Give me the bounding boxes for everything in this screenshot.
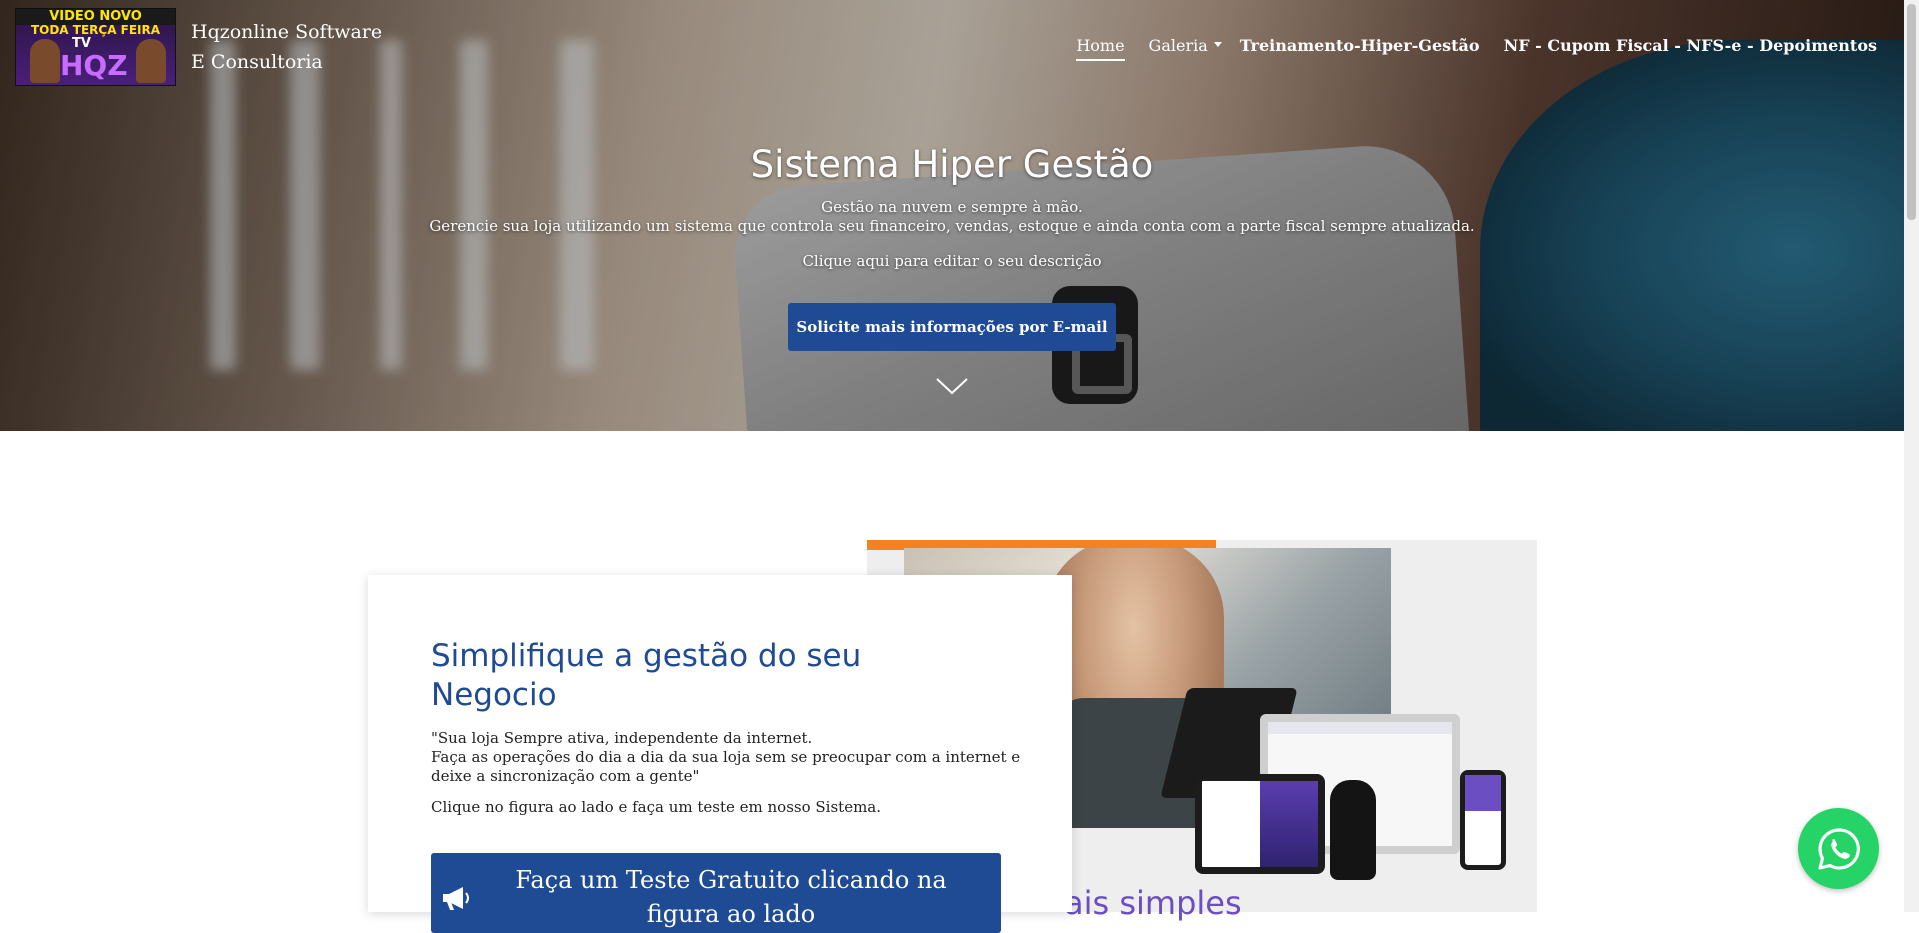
brand-name-line1: Hqzonline Software — [191, 21, 383, 43]
image-caption-partial: ais simples — [1064, 884, 1242, 922]
hero-subtitle: Gestão na nuvem e sempre à mão. — [821, 198, 1083, 216]
mockup-barcode-scanner — [1330, 780, 1376, 880]
free-trial-button[interactable]: Faça um Teste Gratuito clicando na figur… — [431, 853, 1001, 933]
mockup-tablet-promo — [1260, 781, 1318, 867]
devices-mockup[interactable] — [1190, 710, 1510, 880]
nav-home[interactable]: Home — [1076, 36, 1125, 61]
free-trial-button-label: Faça um Teste Gratuito clicando na figur… — [515, 866, 947, 928]
megaphone-icon — [443, 887, 469, 910]
nav-treinamento[interactable]: Treinamento-Hiper-Gestão — [1240, 36, 1480, 55]
mockup-phone — [1460, 770, 1506, 870]
mockup-phone-header — [1465, 775, 1501, 811]
whatsapp-icon — [1817, 827, 1860, 870]
brand-name-line2: E Consultoria — [191, 51, 323, 73]
page-scrollbar-thumb[interactable] — [1907, 4, 1916, 220]
page-scrollbar[interactable] — [1904, 0, 1919, 912]
site-logo[interactable]: VIDEO NOVO TODA TERÇA FEIRA TV HQZ — [15, 8, 176, 86]
hero-edit-hint: Clique aqui para editar o seu descrição — [802, 252, 1102, 270]
nav-galeria[interactable]: Galeria — [1148, 36, 1222, 55]
hero-title: Sistema Hiper Gestão — [750, 143, 1154, 186]
hero-description: Gerencie sua loja utilizando um sistema … — [429, 217, 1475, 235]
mockup-tablet — [1195, 774, 1325, 874]
caret-down-icon — [1213, 42, 1222, 47]
feature-card-title: Simplifique a gestão do seu Negocio — [431, 638, 862, 713]
mockup-laptop-toolbar — [1268, 722, 1452, 734]
logo-person-left — [30, 39, 60, 83]
chevron-down-icon[interactable] — [936, 376, 968, 396]
nav-nf-cupom-depoimentos[interactable]: NF - Cupom Fiscal - NFS-e - Depoimentos — [1504, 36, 1877, 55]
nav-galeria-label: Galeria — [1148, 36, 1208, 55]
feature-card: Simplifique a gestão do seu Negocio "Sua… — [368, 575, 1072, 933]
request-info-email-button[interactable]: Solicite mais informações por E-mail — [788, 303, 1116, 351]
feature-card-note: Clique no figura ao lado e faça um teste… — [431, 798, 882, 816]
brand-name[interactable]: Hqzonline Software E Consultoria — [191, 17, 411, 77]
logo-person-right — [136, 39, 166, 83]
feature-card-quote-line2: Faça as operações do dia a dia da sua lo… — [431, 748, 1021, 785]
feature-card-quote-line1: "Sua loja Sempre ativa, independente da … — [431, 729, 813, 747]
whatsapp-button[interactable] — [1798, 808, 1879, 889]
logo-text-toda-terca: TODA TERÇA FEIRA — [30, 23, 161, 37]
main-nav: Home Galeria Treinamento-Hiper-Gestão NF… — [1052, 36, 1877, 61]
feature-card-quote: "Sua loja Sempre ativa, independente da … — [431, 729, 1031, 786]
logo-text-hqz: HQZ — [60, 49, 128, 82]
